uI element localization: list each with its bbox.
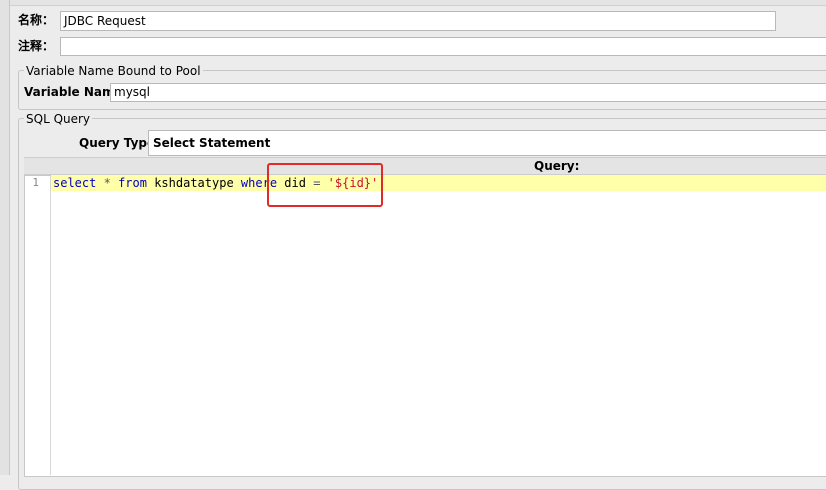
comment-label: 注释： [18,39,55,53]
query-type-select[interactable]: Select Statement [148,130,826,156]
line-number: 1 [32,176,39,189]
sql-query-group-title: SQL Query [24,112,93,126]
token-star: * [103,176,111,190]
top-toolbar-edge [10,0,826,6]
comment-field[interactable] [60,37,826,56]
keyword-select: select [53,176,97,190]
name-label: 名称： [18,13,55,27]
variable-name-field[interactable]: mysql [110,83,826,102]
query-column-header [24,157,826,175]
pool-group-title: Variable Name Bound to Pool [24,64,203,78]
keyword-from: from [118,176,147,190]
sql-editor[interactable] [24,175,826,477]
editor-gutter [25,176,51,475]
token-table: kshdatatype [154,176,234,190]
name-field[interactable]: JDBC Request [60,11,776,31]
query-column-label: Query: [534,159,580,173]
left-panel-edge [0,0,10,475]
annotation-highlight-box [267,163,383,207]
